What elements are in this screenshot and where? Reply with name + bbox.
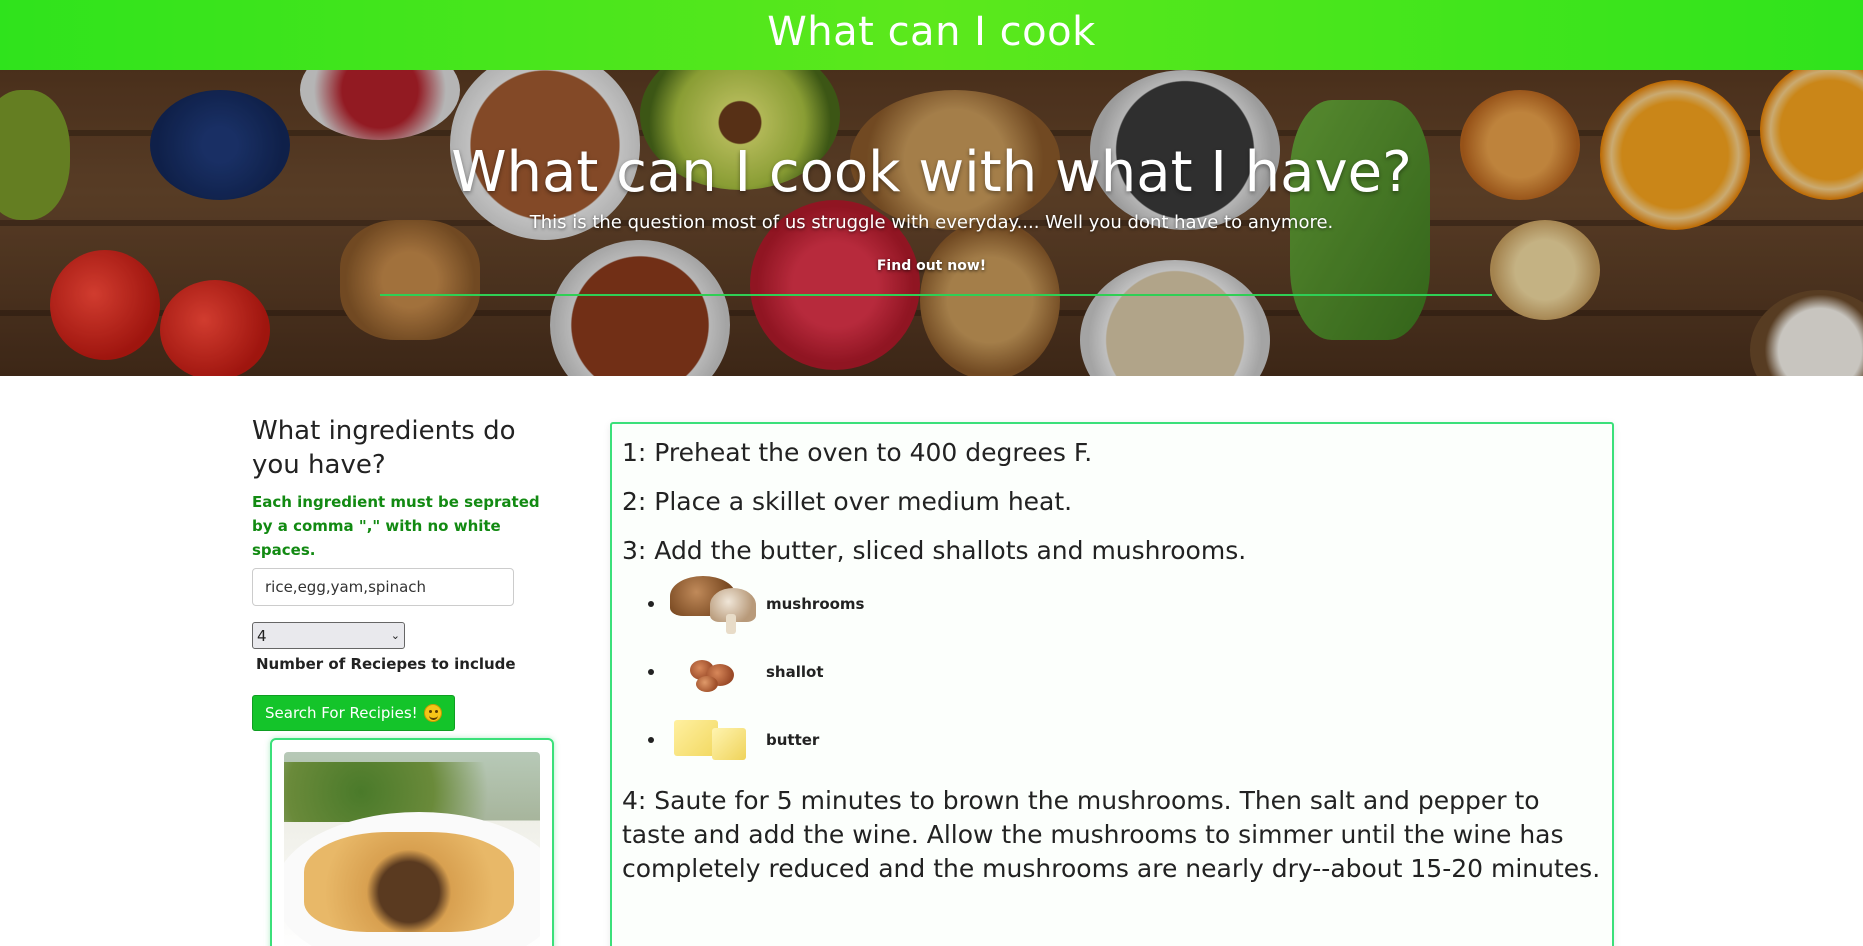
top-navbar: What can I cook <box>0 0 1863 70</box>
find-out-now-link[interactable]: Find out now! <box>0 258 1863 274</box>
ingredient-item: shallot <box>648 638 1602 706</box>
ingredients-input[interactable] <box>252 568 514 606</box>
search-button-label: Search For Recipies! <box>265 704 418 722</box>
ingredient-name: mushrooms <box>766 595 865 613</box>
shallot-image <box>666 638 766 706</box>
instruction-step: 3: Add the butter, sliced shallots and m… <box>622 536 1247 565</box>
hero-divider <box>380 294 1492 296</box>
hero-title: What can I cook with what I have? <box>451 140 1412 205</box>
ingredient-form: What ingredients do you have? Each ingre… <box>252 414 562 731</box>
bullet-icon <box>648 669 654 675</box>
app-title: What can I cook <box>767 9 1096 55</box>
mushroom-image <box>666 570 766 638</box>
recipe-card[interactable] <box>270 738 554 946</box>
pastry-image <box>304 832 514 932</box>
ingredient-name: shallot <box>766 663 824 681</box>
ingredient-item: mushrooms <box>648 570 1602 638</box>
hero-banner: What can I cook with what I have? This i… <box>0 70 1863 376</box>
recipe-image <box>284 752 540 946</box>
smile-emoji-icon <box>423 704 442 722</box>
ingredient-name: butter <box>766 731 820 749</box>
instruction-step: 2: Place a skillet over medium heat. <box>622 487 1073 516</box>
ingredient-item: butter <box>648 706 1602 774</box>
recipe-count-label: Number of Reciepes to include <box>256 655 516 673</box>
instruction-step: 4: Saute for 5 minutes to brown the mush… <box>622 786 1601 883</box>
bullet-icon <box>648 737 654 743</box>
ingredients-hint: Each ingredient must be seprated by a co… <box>252 493 540 559</box>
recipe-count-select[interactable]: 4 ⌄ <box>252 622 405 649</box>
ingredients-heading: What ingredients do you have? <box>252 416 516 480</box>
butter-image <box>666 706 766 774</box>
recipe-count-value: 4 <box>257 626 267 645</box>
step-ingredient-list: mushrooms shallot butter <box>648 570 1602 774</box>
bullet-icon <box>648 601 654 607</box>
instruction-step: 1: Preheat the oven to 400 degrees F. <box>622 438 1093 467</box>
instructions-panel: 1: Preheat the oven to 400 degrees F. 2:… <box>610 422 1614 946</box>
hero-subtitle: This is the question most of us struggle… <box>529 212 1334 233</box>
chevron-down-icon: ⌄ <box>390 629 400 642</box>
search-recipes-button[interactable]: Search For Recipies! <box>252 695 455 731</box>
